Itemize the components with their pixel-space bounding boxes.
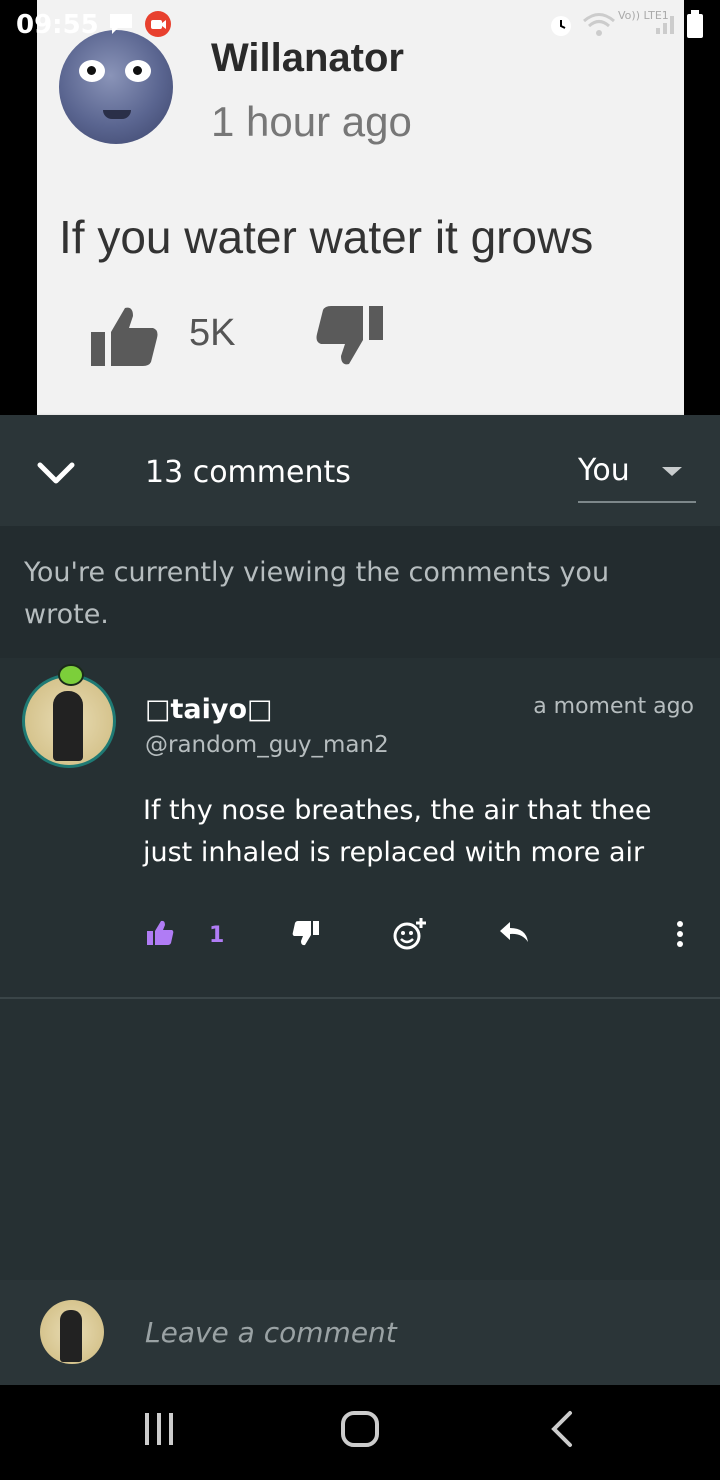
wifi-icon [583,13,615,36]
my-avatar [40,1300,104,1364]
comment-divider [0,997,720,999]
status-time: 09:55 [16,10,99,40]
alarm-icon [551,16,571,36]
comment-like-count: 1 [209,923,225,948]
screen-recorder-icon [145,11,171,37]
comment-count: 13 comments [145,455,351,490]
comment-item: □taiyo□ a moment ago @random_guy_man2 If… [0,658,720,998]
collapse-chevron-icon[interactable] [36,459,76,487]
commenter-username[interactable]: □taiyo□ [145,694,273,725]
thumbs-up-icon[interactable] [146,920,174,946]
meme-time: 1 hour ago [211,98,412,145]
add-reaction-icon[interactable] [392,916,428,952]
more-options-icon[interactable] [674,920,686,948]
frog-badge-icon [58,664,84,686]
signal-icon [656,16,674,34]
reply-icon[interactable] [498,920,530,946]
meme-like-count: 5K [189,312,236,354]
commenter-handle: @random_guy_man2 [145,732,389,758]
filter-notice: You're currently viewing the comments yo… [0,526,720,658]
battery-icon [687,10,703,38]
system-nav-bar [0,1385,720,1480]
filter-notice-text: You're currently viewing the comments yo… [24,557,610,630]
compose-bar [0,1280,720,1385]
back-icon[interactable] [548,1409,576,1449]
comment-timestamp: a moment ago [533,694,694,719]
thumbs-down-icon[interactable] [292,920,320,946]
message-icon [110,14,132,34]
comment-input[interactable] [145,1310,685,1354]
comments-header: 13 comments You [0,415,720,526]
meme-image: Willanator 1 hour ago If you water water… [37,0,684,415]
filter-selected-value: You [578,453,630,488]
comment-filter-dropdown[interactable]: You [578,449,696,503]
caret-down-icon [662,467,682,476]
comment-body: If thy nose breathes, the air that thee … [143,795,652,868]
commenter-avatar[interactable] [22,674,116,768]
media-area: Willanator 1 hour ago If you water water… [0,0,720,415]
meme-thumbs-up-icon [91,307,158,366]
status-bar: 09:55 Vo)) LTE1 [0,0,720,50]
meme-text: If you water water it grows [59,211,594,263]
meme-thumbs-down-icon [316,306,383,365]
recent-apps-icon[interactable] [142,1409,176,1449]
home-icon[interactable] [340,1409,380,1449]
